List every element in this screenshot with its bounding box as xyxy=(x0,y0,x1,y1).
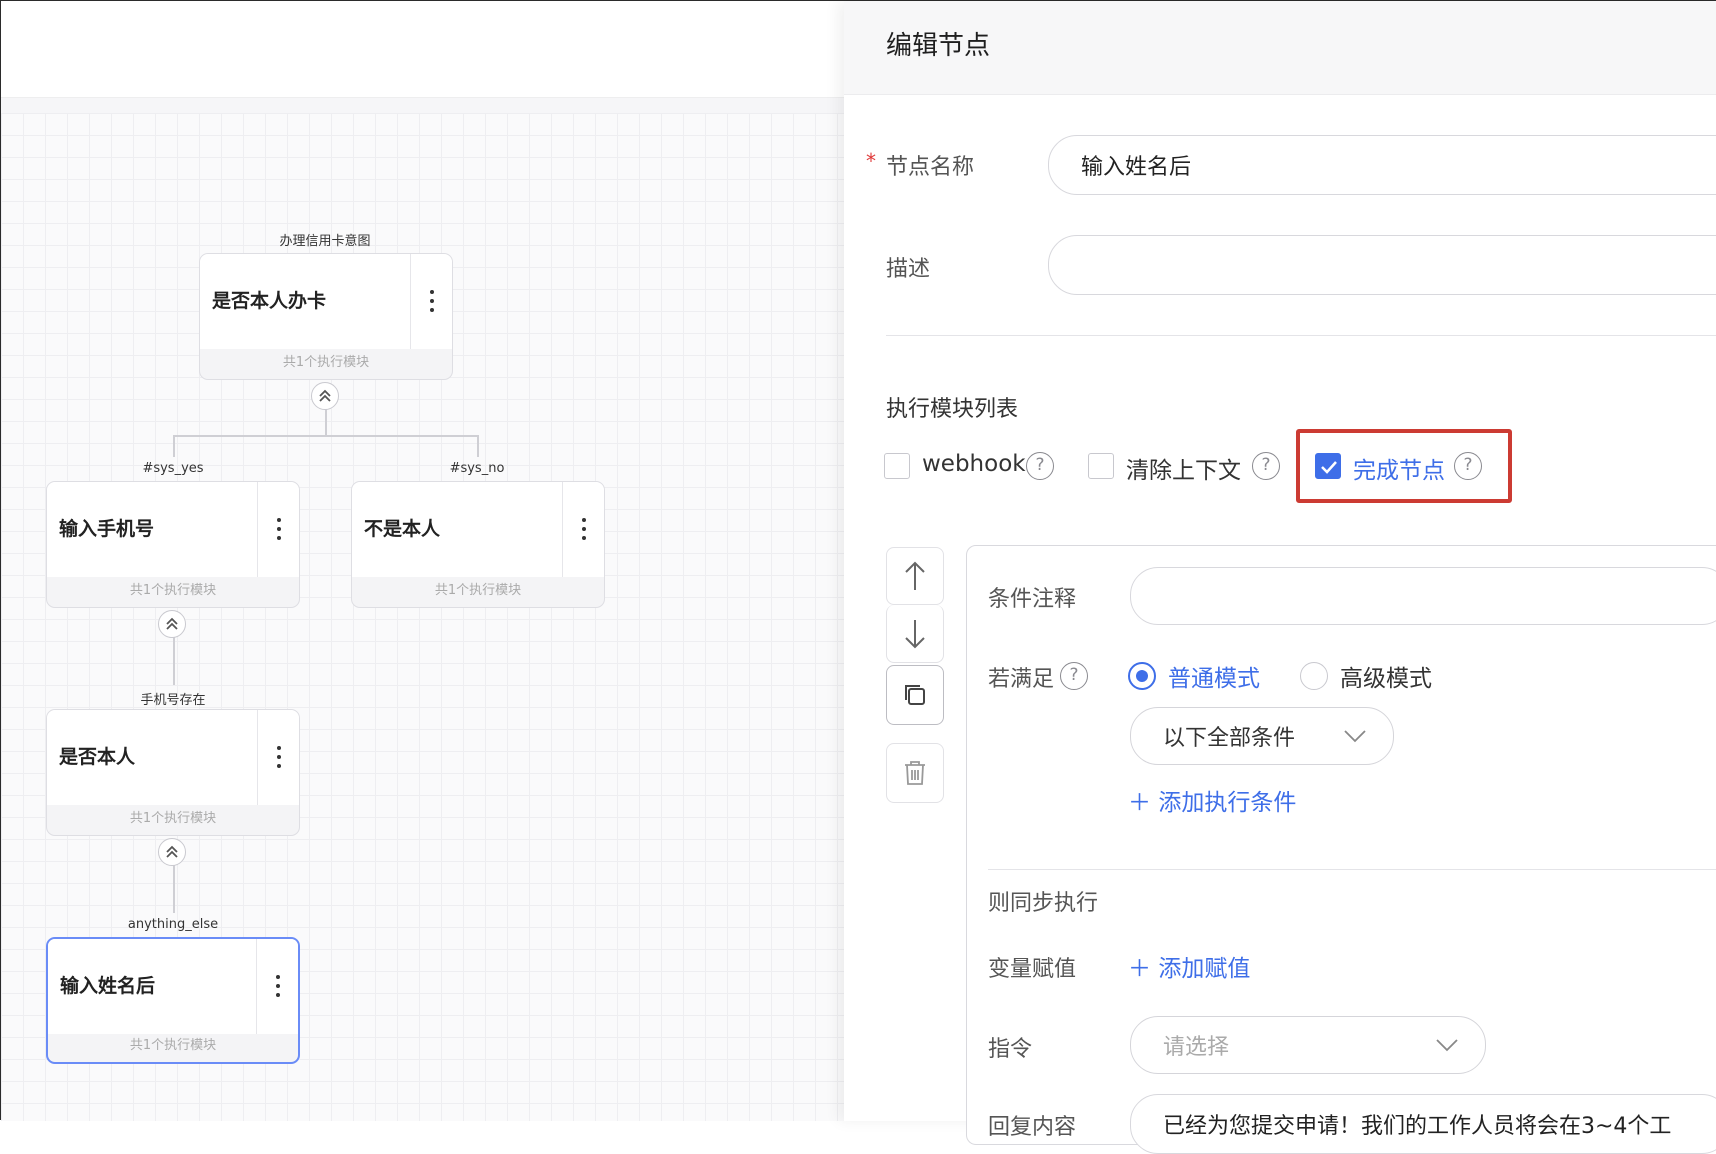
more-vertical-icon[interactable] xyxy=(410,254,452,349)
clear-context-checkbox[interactable] xyxy=(1088,453,1114,479)
divider xyxy=(886,335,1716,336)
match-mode-select[interactable]: 以下全部条件 xyxy=(1130,707,1394,765)
reply-content-input[interactable]: 已经为您提交申请！我们的工作人员将会在3~4个工 xyxy=(1130,1094,1716,1154)
copy-icon xyxy=(905,685,925,705)
node-name-input[interactable]: 输入姓名后 xyxy=(1048,135,1716,195)
required-marker: * xyxy=(866,149,876,173)
add-condition-link[interactable]: ＋ 添加执行条件 xyxy=(1128,783,1296,817)
reply-content-value: 已经为您提交申请！我们的工作人员将会在3~4个工 xyxy=(1163,1114,1672,1139)
canvas-toolbar-area xyxy=(1,1,844,98)
plus-icon: ＋ xyxy=(1128,956,1159,982)
highlight-box xyxy=(1296,429,1512,503)
chevron-down-icon xyxy=(1436,1039,1458,1052)
node-title: 输入手机号 xyxy=(59,518,155,540)
node-footer: 共1个执行模块 xyxy=(129,1038,217,1053)
panel-title: 编辑节点 xyxy=(886,31,991,61)
mode-normal-label: 普通模式 xyxy=(1168,666,1260,692)
condition-note-label: 条件注释 xyxy=(988,587,1077,612)
panel-header: 编辑节点 xyxy=(844,1,1716,95)
flow-node-not-self[interactable]: 不是本人 共1个执行模块 xyxy=(351,481,605,608)
flow-node-phone[interactable]: 输入手机号 共1个执行模块 xyxy=(46,481,300,608)
connector xyxy=(173,435,175,457)
edit-node-panel: 编辑节点 * 节点名称 输入姓名后 描述 执行模块列表 webhook ? 清除… xyxy=(844,1,1716,1154)
question-circle-icon[interactable]: ? xyxy=(1252,452,1280,480)
condition-note-input[interactable] xyxy=(1130,567,1716,625)
edge-label-phone-exists: 手机号存在 xyxy=(140,693,206,708)
node-title: 输入姓名后 xyxy=(60,975,156,997)
match-mode-value: 以下全部条件 xyxy=(1163,726,1296,751)
flow-node-after-name[interactable]: 输入姓名后 共1个执行模块 xyxy=(46,937,300,1064)
webhook-label: webhook xyxy=(922,451,1026,477)
flow-node-is-self[interactable]: 是否本人 共1个执行模块 xyxy=(46,709,300,836)
connector xyxy=(477,435,479,457)
webhook-checkbox[interactable] xyxy=(884,453,910,479)
command-label: 指令 xyxy=(988,1037,1033,1062)
more-vertical-icon[interactable] xyxy=(562,482,604,577)
add-assign-link[interactable]: ＋ 添加赋值 xyxy=(1128,949,1250,983)
node-name-value: 输入姓名后 xyxy=(1081,155,1192,180)
connector xyxy=(173,637,175,685)
modules-title: 执行模块列表 xyxy=(886,397,1019,422)
divider xyxy=(988,869,1716,870)
arrow-down-icon xyxy=(905,619,925,648)
description-label: 描述 xyxy=(886,257,931,282)
connector xyxy=(173,435,479,437)
move-up-button[interactable] xyxy=(886,547,944,605)
clear-context-label: 清除上下文 xyxy=(1126,458,1241,484)
node-title: 是否本人 xyxy=(59,746,136,768)
trash-icon xyxy=(905,761,925,785)
mode-advanced-radio[interactable] xyxy=(1300,662,1328,690)
connector xyxy=(325,409,327,437)
description-input[interactable] xyxy=(1048,235,1716,295)
assign-variable-label: 变量赋值 xyxy=(988,957,1077,982)
collapse-up-icon[interactable] xyxy=(311,382,339,410)
question-circle-icon[interactable]: ? xyxy=(1026,452,1054,480)
node-footer: 共1个执行模块 xyxy=(129,583,217,598)
node-footer: 共1个执行模块 xyxy=(129,811,217,826)
edge-label-anything-else: anything_else xyxy=(127,917,219,932)
node-footer: 共1个执行模块 xyxy=(282,355,370,370)
edge-label-yes: #sys_yes xyxy=(142,461,204,476)
flow-node-root[interactable]: 是否本人办卡 共1个执行模块 xyxy=(199,253,453,380)
mode-advanced-label: 高级模式 xyxy=(1340,666,1432,692)
copy-button[interactable] xyxy=(886,665,944,725)
delete-button[interactable] xyxy=(886,743,944,803)
command-select[interactable]: 请选择 xyxy=(1130,1016,1486,1074)
collapse-up-icon[interactable] xyxy=(158,610,186,638)
connector xyxy=(173,865,175,913)
more-vertical-icon[interactable] xyxy=(256,939,298,1034)
mode-normal-radio[interactable] xyxy=(1128,662,1156,690)
if-satisfied-label: 若满足 xyxy=(988,667,1055,692)
canvas-separator xyxy=(1,98,844,113)
node-title: 是否本人办卡 xyxy=(212,290,327,312)
edge-label-root: 办理信用卡意图 xyxy=(279,234,371,249)
more-vertical-icon[interactable] xyxy=(257,482,299,577)
collapse-up-icon[interactable] xyxy=(158,838,186,866)
node-footer: 共1个执行模块 xyxy=(434,583,522,598)
move-down-button[interactable] xyxy=(886,605,944,663)
chevron-down-icon xyxy=(1344,730,1366,743)
then-execute-label: 则同步执行 xyxy=(988,891,1099,916)
node-name-label: 节点名称 xyxy=(886,155,975,180)
plus-icon: ＋ xyxy=(1128,790,1159,816)
node-title: 不是本人 xyxy=(364,518,441,540)
edge-label-no: #sys_no xyxy=(449,461,505,476)
more-vertical-icon[interactable] xyxy=(257,710,299,805)
arrow-up-icon xyxy=(905,561,925,590)
reply-content-label: 回复内容 xyxy=(988,1115,1077,1140)
command-placeholder: 请选择 xyxy=(1163,1035,1230,1060)
question-circle-icon[interactable]: ? xyxy=(1060,662,1088,690)
